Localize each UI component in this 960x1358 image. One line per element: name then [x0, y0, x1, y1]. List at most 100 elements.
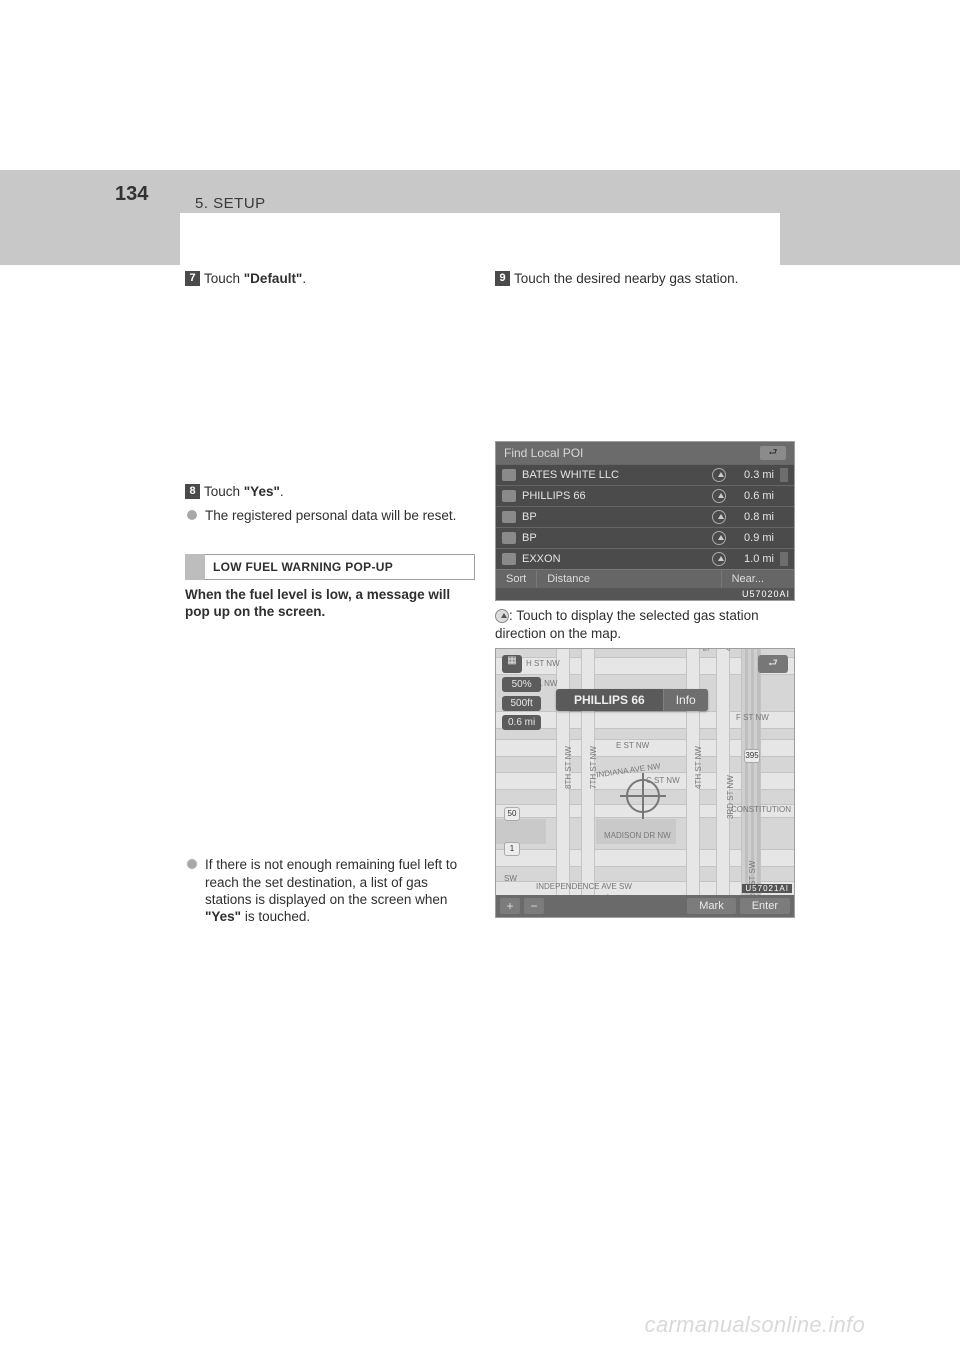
near-button[interactable]: Near... — [721, 570, 794, 588]
low-fuel-heading: LOW FUEL WARNING POP-UP — [185, 554, 475, 580]
map-screenshot: H ST NW G PL NW 5TH ST NW 4TH ST N F ST … — [495, 648, 795, 918]
poi-row[interactable]: BATES WHITE LLC 0.3 mi — [496, 464, 794, 485]
poi-title-bar: Find Local POI ⮐ — [496, 442, 794, 464]
direction-icon[interactable] — [712, 510, 726, 524]
zoom-out-button[interactable]: − — [524, 898, 544, 914]
map-back-icon[interactable]: ⮐ — [758, 655, 788, 673]
distance-chip[interactable]: 0.6 mi — [502, 715, 541, 730]
poi-distance: 0.6 mi — [734, 490, 774, 502]
brand-icon — [502, 532, 516, 544]
sort-button[interactable]: Sort — [496, 570, 537, 588]
poi-row[interactable]: PHILLIPS 66 0.6 mi — [496, 485, 794, 506]
route-shield-icon: 50 — [504, 807, 520, 821]
brand-icon — [502, 490, 516, 502]
street-label: 7TH ST NW — [589, 746, 598, 789]
scroll-handle-icon[interactable] — [780, 552, 788, 566]
map-left-controls: ▦ 50% 500ft 0.6 mi — [502, 655, 541, 730]
mark-button[interactable]: Mark — [687, 898, 735, 914]
poi-row[interactable]: BP 0.8 mi — [496, 506, 794, 527]
figure-placeholder-1 — [185, 293, 475, 483]
poi-balloon-name: PHILLIPS 66 — [556, 689, 663, 711]
direction-icon[interactable] — [712, 552, 726, 566]
street-label: MADISON DR NW — [604, 831, 671, 840]
poi-distance: 0.8 mi — [734, 511, 774, 523]
poi-name: BP — [522, 532, 712, 544]
street-label: CONSTITUTION — [731, 805, 791, 814]
map-footer: + − Mark Enter — [496, 895, 794, 917]
poi-footer: Sort Distance Near... — [496, 569, 794, 588]
route-shield-icon: 395 — [744, 749, 760, 763]
enter-button[interactable]: Enter — [740, 898, 790, 914]
street-label: 3RD ST NW — [726, 775, 735, 819]
step-7-text-a: Touch — [204, 271, 244, 286]
step-9: 9 Touch the desired nearby gas station. — [495, 270, 785, 287]
direction-icon[interactable] — [712, 531, 726, 545]
street-label: 4TH ST N — [724, 648, 733, 651]
poi-distance: 1.0 mi — [734, 553, 774, 565]
back-icon[interactable]: ⮐ — [760, 446, 786, 460]
section-label: 5. SETUP — [195, 195, 266, 212]
poi-balloon-info-button[interactable]: Info — [663, 689, 708, 711]
poi-distance: 0.9 mi — [734, 532, 774, 544]
reset-bullet-text: The registered personal data will be res… — [205, 507, 456, 524]
bullet-text-b: is touched. — [241, 909, 310, 924]
poi-title-text: Find Local POI — [504, 446, 583, 460]
zoom-percent-chip[interactable]: 50% — [502, 677, 541, 692]
low-fuel-intro: When the fuel level is low, a message wi… — [185, 586, 475, 621]
zoom-in-button[interactable]: + — [500, 898, 520, 914]
figure-placeholder-3 — [495, 293, 785, 433]
scroll-handle-icon[interactable] — [780, 468, 788, 482]
poi-distance: 0.3 mi — [734, 469, 774, 481]
brand-icon — [502, 469, 516, 481]
step-8-text-b: . — [280, 484, 284, 499]
brand-icon — [502, 553, 516, 565]
poi-name: BP — [522, 511, 712, 523]
bullet-quote: "Yes" — [205, 909, 241, 924]
poi-row[interactable]: BP 0.9 mi — [496, 527, 794, 548]
poi-name: PHILLIPS 66 — [522, 490, 712, 502]
direction-arrow-icon — [495, 609, 509, 623]
distance-button[interactable]: Distance — [537, 570, 600, 588]
reset-bullet: The registered personal data will be res… — [185, 507, 475, 524]
header-white-strip — [180, 213, 780, 265]
poi-row[interactable]: EXXON 1.0 mi — [496, 548, 794, 569]
street-label: SW — [504, 874, 517, 883]
street-label: E ST NW — [616, 741, 649, 750]
direction-icon[interactable] — [712, 489, 726, 503]
step-8-quote: "Yes" — [244, 484, 280, 499]
right-column: 9 Touch the desired nearby gas station. F… — [495, 270, 785, 918]
left-column: 7Touch "Default". 8Touch "Yes". The regi… — [185, 270, 475, 931]
map-crosshair-icon — [626, 779, 660, 813]
poi-name: BATES WHITE LLC — [522, 469, 712, 481]
low-fuel-bullet: If there is not enough remaining fuel le… — [185, 856, 475, 925]
arrow-note: : Touch to display the selected gas stat… — [495, 607, 785, 642]
route-shield-icon: 1 — [504, 842, 520, 856]
bullet-dot-icon — [187, 859, 197, 869]
poi-balloon: PHILLIPS 66 Info — [556, 689, 708, 711]
scale-chip[interactable]: 500ft — [502, 696, 541, 711]
low-fuel-bullet-text: If there is not enough remaining fuel le… — [205, 856, 475, 925]
step-7-quote: "Default" — [244, 271, 303, 286]
page-number: 134 — [115, 183, 148, 206]
street-label: 4TH ST NW — [694, 746, 703, 789]
poi-list-screenshot: Find Local POI ⮐ BATES WHITE LLC 0.3 mi … — [495, 441, 795, 601]
step-9-badge: 9 — [495, 271, 510, 286]
direction-icon[interactable] — [712, 468, 726, 482]
heading-text: LOW FUEL WARNING POP-UP — [205, 554, 475, 580]
step-9-text: Touch the desired nearby gas station. — [514, 271, 738, 286]
step-8-text-a: Touch — [204, 484, 244, 499]
brand-icon — [502, 511, 516, 523]
street-label: INDEPENDENCE AVE SW — [536, 882, 632, 891]
street-label: F ST NW — [736, 713, 769, 722]
poi-name: EXXON — [522, 553, 712, 565]
bullet-text-a: If there is not enough remaining fuel le… — [205, 857, 457, 907]
street-label: 5TH ST NW — [702, 648, 711, 651]
bullet-dot-icon — [187, 510, 197, 520]
npad-icon[interactable]: ▦ — [502, 655, 522, 673]
arrow-note-text: : Touch to display the selected gas stat… — [495, 608, 759, 640]
step-7-text-b: . — [302, 271, 306, 286]
map-caption: U57021AI — [742, 884, 792, 893]
step-8: 8Touch "Yes". — [185, 483, 475, 500]
street-label: 8TH ST NW — [564, 746, 573, 789]
heading-lead-block — [185, 554, 205, 580]
